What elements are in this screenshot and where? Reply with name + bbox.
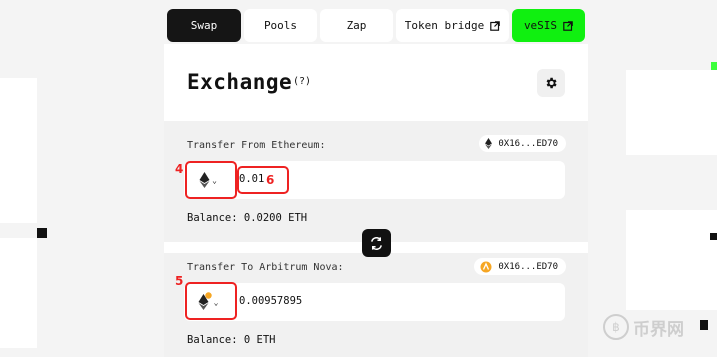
tab-label: Swap [190, 19, 218, 32]
annotation-number: 4 [175, 162, 184, 176]
background-block [626, 70, 717, 155]
tab-label: Pools [263, 19, 298, 32]
watermark-text: 币界网 [633, 319, 684, 340]
tab-label: veSIS [523, 19, 558, 32]
annotation-box [185, 282, 237, 320]
page-title: Exchange [187, 70, 293, 94]
transfer-to-label: Transfer To Arbitrum Nova: [187, 262, 344, 273]
tab-pools[interactable]: Pools [244, 9, 317, 42]
decor-square [711, 62, 717, 70]
annotation-box [237, 166, 289, 194]
tab-label: Zap [346, 19, 367, 32]
tab-swap[interactable]: Swap [167, 9, 241, 42]
decor-square [700, 320, 708, 330]
annotation-number: 5 [175, 274, 184, 288]
external-link-icon [490, 20, 501, 31]
tab-token-bridge[interactable]: Token bridge [396, 9, 509, 42]
wallet-address-badge[interactable]: 0X16...ED70 [474, 258, 566, 275]
tab-zap[interactable]: Zap [320, 9, 393, 42]
help-button[interactable]: (?) [293, 76, 311, 87]
background-block [0, 238, 37, 348]
to-balance: Balance: 0 ETH [187, 334, 276, 346]
watermark-logo: ฿ [603, 314, 629, 340]
decor-square [37, 228, 47, 238]
nav-tabs: Swap Pools Zap Token bridge veSIS [164, 6, 588, 44]
settings-button[interactable] [537, 69, 565, 97]
tab-label: Token bridge [404, 19, 485, 32]
swap-arrows-icon [371, 236, 382, 250]
annotation-number: 6 [266, 173, 275, 187]
background-block [0, 78, 37, 223]
ethereum-icon [485, 138, 493, 149]
wallet-address-badge[interactable]: 0X16...ED70 [479, 135, 566, 152]
decor-square [710, 233, 717, 240]
external-link-icon [563, 20, 573, 31]
wallet-address: 0X16...ED70 [498, 138, 558, 149]
from-balance: Balance: 0.0200 ETH [187, 212, 308, 224]
arbitrum-nova-icon [480, 261, 492, 272]
background-block [626, 210, 717, 310]
wallet-address: 0X16...ED70 [498, 261, 558, 272]
to-amount-row: ⌄ 0.00957895 [184, 283, 565, 321]
watermark: ฿ 币界网 [603, 314, 684, 340]
transfer-from-label: Transfer From Ethereum: [187, 140, 326, 151]
swap-direction-button[interactable] [362, 229, 391, 257]
tab-vesis[interactable]: veSIS [512, 9, 585, 42]
to-amount-output: 0.00957895 [239, 295, 303, 307]
annotation-box [185, 161, 237, 199]
gear-icon [546, 77, 557, 89]
